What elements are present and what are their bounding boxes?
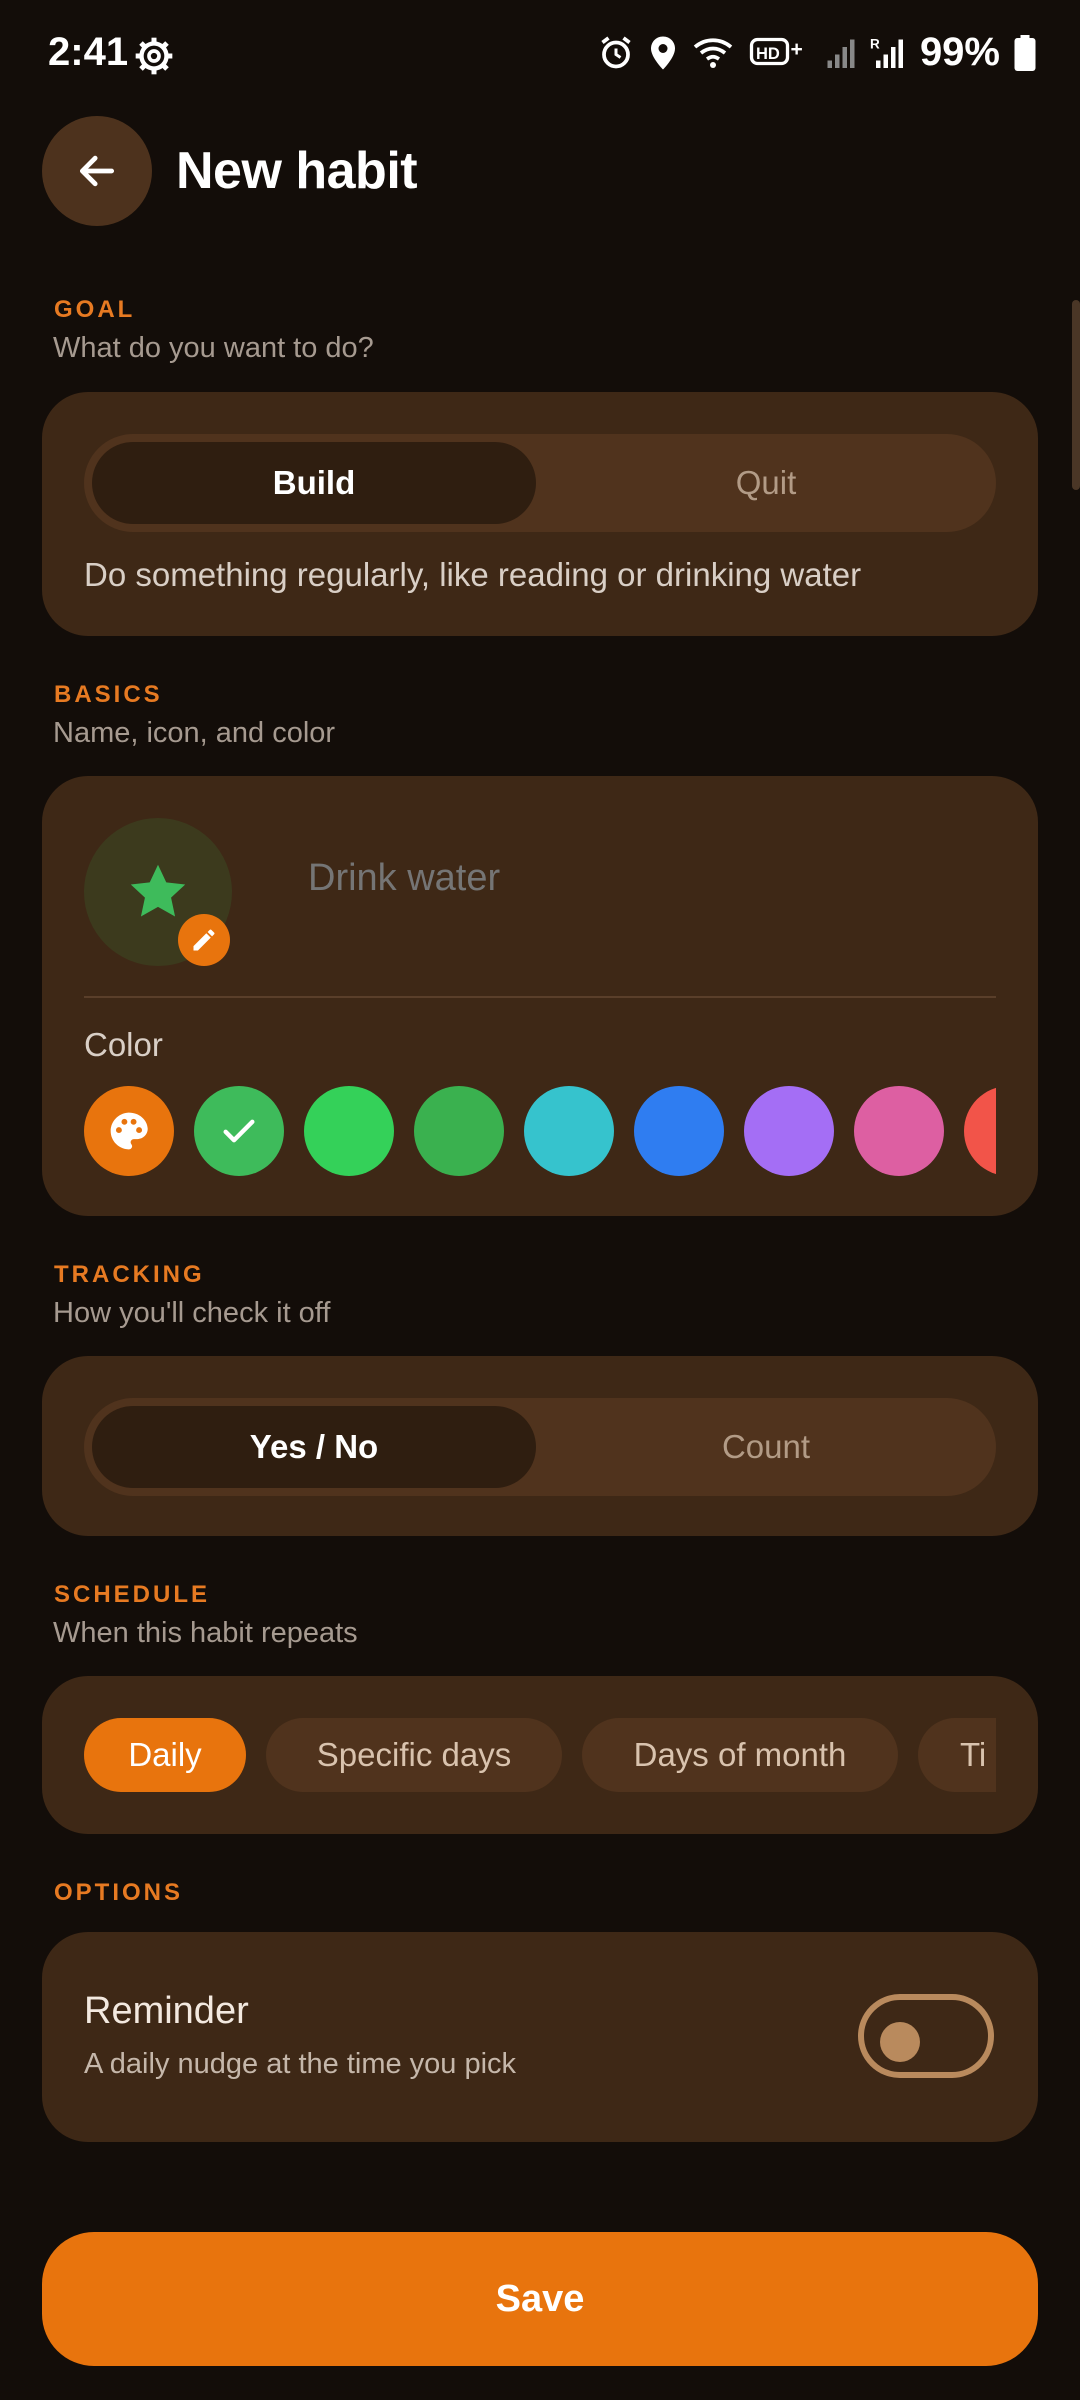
color-label: Color [84,1026,163,1063]
section-label-schedule: SCHEDULE [54,1581,211,1608]
palette-icon [110,1112,148,1150]
battery-icon [1014,34,1036,71]
reminder-subtitle: A daily nudge at the time you pick [84,2048,517,2080]
chip-days-of-month[interactable]: Days of month [582,1718,898,1792]
check-icon [223,1119,255,1143]
battery-percent: 99% [919,30,1000,74]
signal-roaming-icon: R [870,36,903,68]
tracking-option-count[interactable]: Count [544,1406,988,1488]
hd-plus-icon: HD + [749,37,803,65]
options-card: Reminder A daily nudge at the time you p… [42,1932,1038,2142]
back-button[interactable] [42,116,152,226]
section-label-goal: GOAL [54,296,136,323]
signal-icon [827,39,855,68]
goal-description: Do something regularly, like reading or … [84,556,862,593]
pencil-icon [193,929,215,951]
tracking-segmented-control: Yes / No Count [84,1398,996,1496]
section-label-basics: BASICS [54,681,163,708]
chip-times-truncated[interactable]: Ti [918,1718,996,1792]
svg-text:+: + [790,38,802,61]
tracking-option-yes-no[interactable]: Yes / No [92,1406,536,1488]
svg-text:HD: HD [756,45,780,63]
page-title: New habit [176,142,418,200]
toggle-knob [880,2022,920,2062]
swatch-green[interactable] [304,1086,394,1176]
status-bar: 2:41 HD + R 99% [0,0,1080,110]
schedule-chips: Daily Specific days Days of month Ti [84,1718,996,1792]
swatch-dark-green[interactable] [414,1086,504,1176]
swatch-pink[interactable] [854,1086,944,1176]
top-app-bar: New habit [42,116,418,226]
location-icon [650,36,675,69]
goal-card: Build Quit Do something regularly, like … [42,392,1038,636]
goal-option-quit[interactable]: Quit [544,442,988,524]
edit-icon-button[interactable] [178,914,230,966]
save-button[interactable]: Save [42,2232,1038,2366]
wifi-icon [693,37,733,68]
star-icon [130,864,186,917]
section-sub-goal: What do you want to do? [53,332,374,364]
tracking-card: Yes / No Count [42,1356,1038,1536]
goal-option-build[interactable]: Build [92,442,536,524]
alarm-icon [601,36,631,68]
schedule-card: Daily Specific days Days of month Ti [42,1676,1038,1834]
habit-name-input[interactable] [306,856,990,901]
basics-card: Color [42,776,1038,1216]
chip-daily[interactable]: Daily [84,1718,246,1792]
reminder-toggle[interactable] [858,1994,994,2078]
section-sub-tracking: How you'll check it off [53,1297,331,1329]
section-label-tracking: TRACKING [54,1261,205,1288]
section-sub-schedule: When this habit repeats [53,1617,358,1649]
section-sub-basics: Name, icon, and color [53,717,336,749]
divider [84,996,996,998]
swatch-purple[interactable] [744,1086,834,1176]
svg-text:R: R [870,36,880,51]
section-label-options: OPTIONS [54,1879,184,1906]
goal-segmented-control: Build Quit [84,434,996,532]
swatch-blue[interactable] [634,1086,724,1176]
scrollbar[interactable] [1072,300,1080,490]
reminder-title: Reminder [84,1990,249,2032]
color-swatches [84,1086,996,1176]
swatch-red[interactable] [964,1086,996,1176]
swatch-custom-palette[interactable] [84,1086,174,1176]
arrow-left-icon [79,155,115,187]
chip-specific-days[interactable]: Specific days [266,1718,562,1792]
swatch-green-selected[interactable] [194,1086,284,1176]
status-time: 2:41 [48,30,129,74]
gear-icon [135,37,173,75]
swatch-teal[interactable] [524,1086,614,1176]
